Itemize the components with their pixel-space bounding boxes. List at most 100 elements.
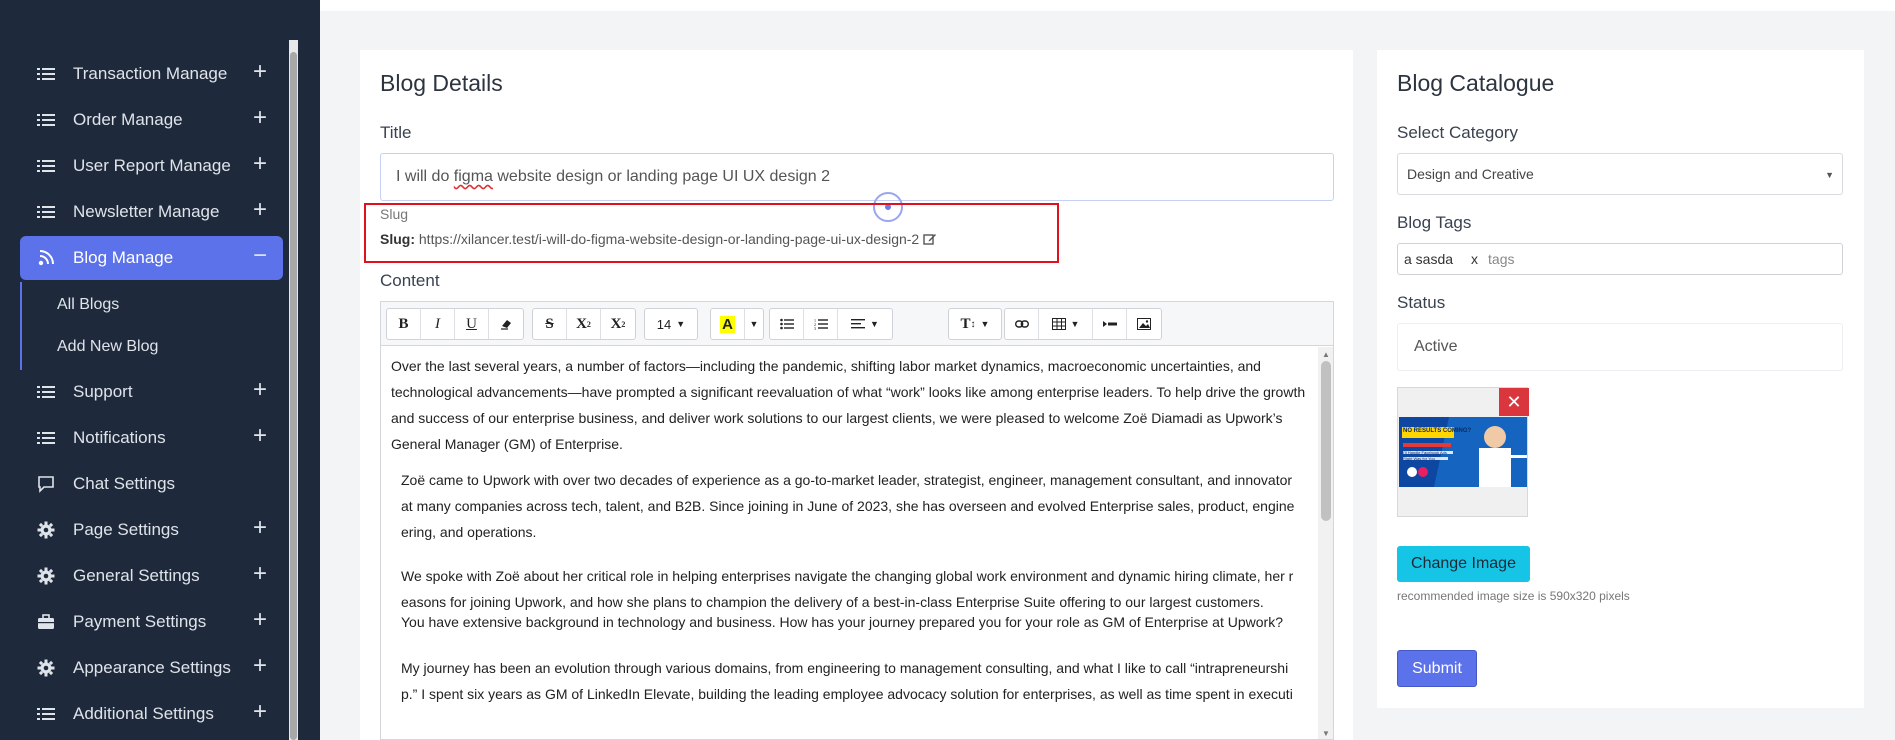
category-value: Design and Creative (1407, 166, 1534, 182)
sidebar-item-label: Payment Settings (73, 612, 207, 631)
list-icon (36, 64, 56, 84)
horizontal-rule-icon (1102, 321, 1117, 327)
expand-icon[interactable]: + (249, 562, 271, 586)
align-dropdown[interactable]: ▼ (838, 309, 892, 339)
thumbnail-headline: NO RESULTS COMING? (1403, 428, 1472, 434)
title-input[interactable]: I will do figma website design or landin… (380, 153, 1334, 201)
table-dropdown[interactable]: ▼ (1039, 309, 1093, 339)
text-color-dropdown[interactable]: ▼ (745, 309, 763, 339)
submit-button[interactable]: Submit (1397, 650, 1477, 687)
expand-icon[interactable]: + (249, 378, 271, 402)
category-label: Select Category (1397, 123, 1518, 142)
sidebar: Transaction Manage + Order Manage + User Rep… (0, 0, 320, 740)
toolbar-group-insert: ▼ (1004, 308, 1162, 340)
scroll-up-arrow-icon[interactable]: ▲ (1322, 350, 1330, 359)
editor-content[interactable]: Over the last several years, a number of… (381, 347, 1317, 739)
editor-text-line: My journey has been an evolution through… (401, 660, 1289, 676)
change-image-button[interactable]: Change Image (1397, 546, 1530, 582)
sidebar-item-notifications[interactable]: Notifications + (20, 416, 283, 460)
expand-icon[interactable]: + (249, 60, 271, 84)
sidebar-item-label: Chat Settings (73, 474, 176, 493)
link-icon (1014, 320, 1029, 328)
bullet-list-button[interactable] (770, 309, 804, 339)
text-color-button[interactable]: A (711, 309, 745, 339)
edit-slug-icon[interactable] (923, 232, 937, 249)
numbered-list-button[interactable]: 123 (804, 309, 838, 339)
blog-image-preview: NO RESULTS COMING? I'll Handle Facebook … (1397, 387, 1529, 517)
italic-button[interactable]: I (421, 309, 455, 339)
sidebar-item-label: Page Settings (73, 520, 179, 539)
expand-icon[interactable]: + (249, 700, 271, 724)
bold-button[interactable]: B (387, 309, 421, 339)
sidebar-subitem-add-new-blog[interactable]: Add New Blog (57, 338, 158, 356)
sidebar-subitem-all-blogs[interactable]: All Blogs (57, 296, 119, 314)
category-select[interactable]: Design and Creative ▼ (1397, 153, 1843, 195)
bullet-list-icon (779, 318, 794, 330)
svg-text:3: 3 (814, 326, 816, 330)
chat-icon (36, 474, 56, 494)
link-button[interactable] (1005, 309, 1039, 339)
editor-toolbar: B I U S X2 X2 14 ▼ A ▼ 123 ▼ T ↕ ▼ ▼ (381, 302, 1333, 346)
sidebar-item-user-report-manage[interactable]: User Report Manage + (20, 144, 283, 188)
title-text-pre: I will do (396, 168, 454, 185)
status-value: Active (1414, 338, 1458, 355)
underline-button[interactable]: U (455, 309, 489, 339)
horizontal-rule-button[interactable] (1093, 309, 1127, 339)
sidebar-item-support[interactable]: Support + (20, 370, 283, 414)
editor-text-line: p.” I spent six years as GM of LinkedIn … (401, 686, 1293, 702)
top-bar (320, 0, 1895, 11)
strikethrough-button[interactable]: S (533, 309, 567, 339)
font-size-dropdown[interactable]: 14 ▼ (644, 308, 698, 340)
sidebar-item-payment-settings[interactable]: Payment Settings + (20, 600, 283, 644)
remove-image-icon[interactable]: ✕ (1499, 388, 1529, 416)
list-icon (36, 156, 56, 176)
collapse-icon[interactable]: − (249, 244, 271, 268)
sidebar-item-appearance-settings[interactable]: Appearance Settings + (20, 646, 283, 690)
sidebar-item-newsletter-manage[interactable]: Newsletter Manage + (20, 190, 283, 234)
sidebar-item-order-manage[interactable]: Order Manage + (20, 98, 283, 142)
scroll-down-arrow-icon[interactable]: ▼ (1322, 729, 1330, 738)
toolbar-group-script: S X2 X2 (532, 308, 636, 340)
sidebar-scrollbar[interactable] (289, 40, 298, 740)
sidebar-item-transaction-manage[interactable]: Transaction Manage + (20, 52, 283, 96)
slug-url: https://xilancer.test/i-will-do-figma-we… (418, 231, 920, 247)
line-height-dropdown[interactable]: T ↕ ▼ (948, 308, 1002, 340)
list-icon (36, 704, 56, 724)
slug-label: Slug (380, 206, 409, 222)
sidebar-item-label: Support (73, 382, 133, 401)
expand-icon[interactable]: + (249, 106, 271, 130)
status-select[interactable]: Active (1397, 323, 1843, 371)
editor-scrollbar-thumb[interactable] (1321, 361, 1331, 521)
expand-icon[interactable]: + (249, 516, 271, 540)
editor-scrollbar[interactable]: ▲ ▼ (1318, 347, 1333, 739)
sidebar-item-blog-manage[interactable]: Blog Manage − (20, 236, 283, 280)
image-button[interactable] (1127, 309, 1161, 339)
superscript-button[interactable]: X2 (567, 309, 601, 339)
editor-text-line: Over the last several years, a number of… (391, 358, 1261, 374)
expand-icon[interactable]: + (249, 608, 271, 632)
editor-text-line: General Manager (GM) of Enterprise. (391, 436, 623, 452)
sidebar-scrollbar-thumb[interactable] (290, 52, 297, 740)
expand-icon[interactable]: + (249, 198, 271, 222)
expand-icon[interactable]: + (249, 152, 271, 176)
expand-icon[interactable]: + (249, 654, 271, 678)
numbered-list-icon: 123 (814, 318, 828, 330)
sidebar-item-additional-settings[interactable]: Additional Settings + (20, 692, 283, 736)
thumbnail-subline: I'll Handle Facebook Ads Right Way for Y… (1403, 450, 1447, 461)
tags-input[interactable]: a sasda x tags (1397, 243, 1843, 275)
sidebar-item-chat-settings[interactable]: Chat Settings (20, 462, 283, 506)
submenu-indicator (20, 282, 22, 370)
sidebar-item-general-settings[interactable]: General Settings + (20, 554, 283, 598)
subscript-button[interactable]: X2 (601, 309, 635, 339)
sidebar-item-label: Appearance Settings (73, 658, 231, 677)
font-size-value: 14 (656, 316, 672, 332)
list-icon (36, 428, 56, 448)
blog-catalogue-heading: Blog Catalogue (1397, 70, 1555, 96)
expand-icon[interactable]: + (249, 424, 271, 448)
sidebar-item-label: Additional Settings (73, 704, 214, 723)
eraser-button[interactable] (489, 309, 523, 339)
tag-remove-icon[interactable]: x (1471, 251, 1478, 267)
sidebar-item-label: General Settings (73, 566, 200, 585)
editor-text-line: and success of our enterprise business, … (391, 410, 1283, 426)
sidebar-item-page-settings[interactable]: Page Settings + (20, 508, 283, 552)
